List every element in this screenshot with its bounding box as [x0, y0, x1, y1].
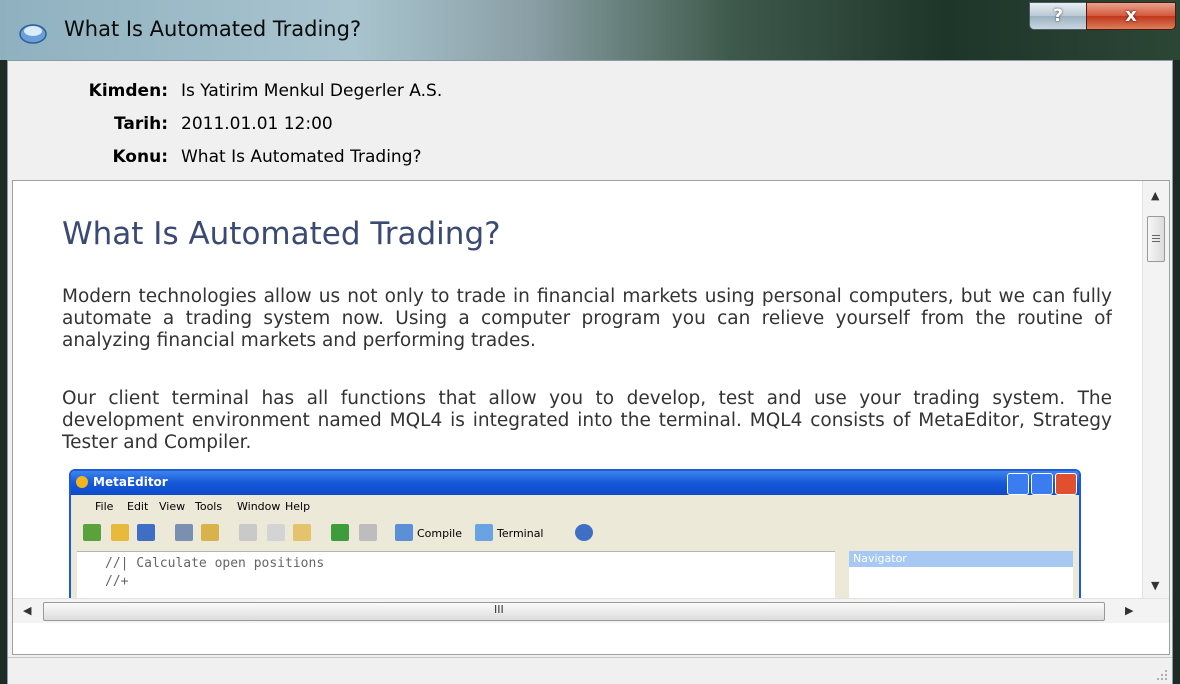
open-folder-icon — [111, 524, 129, 541]
menu-tools: Tools — [195, 500, 223, 513]
message-window: What Is Automated Trading? ? x Kimden: I… — [0, 0, 1180, 684]
terminal-icon — [475, 524, 493, 541]
navigator-title: Navigator — [853, 552, 907, 565]
article: What Is Automated Trading? Modern techno… — [42, 181, 1112, 598]
status-bar — [8, 657, 1172, 684]
paragraph-1: Modern technologies allow us not only to… — [62, 286, 1112, 351]
message-icon — [19, 24, 47, 44]
subject-label: Konu: — [112, 147, 168, 167]
forward-icon — [359, 524, 377, 541]
copy-icon — [267, 524, 285, 541]
message-header: Kimden: Is Yatirim Menkul Degerler A.S. … — [8, 61, 1172, 179]
metaeditor-toolbar: Compile Terminal — [71, 519, 1079, 547]
date-label: Tarih: — [114, 114, 168, 134]
window-title: What Is Automated Trading? — [64, 17, 362, 41]
scroll-up-icon[interactable]: ▲ — [1151, 189, 1159, 202]
horizontal-scroll-thumb[interactable]: III — [43, 602, 1105, 621]
metaeditor-code: //| Calculate open positions //+ — [77, 551, 835, 598]
metaeditor-navigator: Navigator — [849, 551, 1073, 598]
save-icon — [137, 524, 155, 541]
new-file-icon — [83, 524, 101, 541]
maximize-icon — [1031, 473, 1053, 495]
code-line: //| Calculate open positions — [105, 556, 325, 571]
subject-value: What Is Automated Trading? — [181, 147, 422, 167]
metaeditor-title: MetaEditor — [93, 475, 168, 489]
horizontal-scrollbar[interactable]: ◀ III ▶ — [13, 598, 1169, 623]
navigator-icon — [201, 524, 219, 541]
window-frame: Kimden: Is Yatirim Menkul Degerler A.S. … — [7, 60, 1173, 684]
metaeditor-screenshot: MetaEditor File Edit View Tools Window H… — [69, 469, 1081, 598]
vertical-scrollbar[interactable]: ▲ ▼ — [1142, 181, 1169, 598]
menu-window: Window — [237, 500, 281, 513]
vertical-scroll-thumb[interactable] — [1147, 216, 1165, 262]
scroll-grip: III — [494, 603, 504, 616]
menu-edit: Edit — [127, 500, 149, 513]
help-circle-icon — [575, 524, 593, 541]
title-bar[interactable]: What Is Automated Trading? ? x — [0, 0, 1180, 60]
back-icon — [331, 524, 349, 541]
minimize-icon — [1007, 473, 1029, 495]
code-line-2: //+ — [105, 574, 129, 589]
paste-icon — [293, 524, 311, 541]
metaeditor-menubar: File Edit View Tools Window Help — [71, 495, 1079, 519]
menu-file: File — [95, 500, 114, 513]
scroll-left-icon[interactable]: ◀ — [23, 604, 31, 617]
compile-icon — [395, 524, 413, 541]
compile-label: Compile — [417, 527, 462, 540]
message-body[interactable]: What Is Automated Trading? Modern techno… — [12, 180, 1170, 655]
metaeditor-icon — [76, 476, 88, 488]
from-label: Kimden: — [88, 81, 168, 101]
help-button[interactable]: ? — [1029, 2, 1087, 30]
menu-view: View — [159, 500, 186, 513]
close-button[interactable]: x — [1086, 2, 1176, 30]
close-icon — [1055, 473, 1077, 495]
scroll-down-icon[interactable]: ▼ — [1151, 579, 1159, 592]
from-value: Is Yatirim Menkul Degerler A.S. — [181, 81, 443, 101]
cut-icon — [239, 524, 257, 541]
paragraph-2: Our client terminal has all functions th… — [62, 388, 1112, 453]
resize-grip-icon[interactable] — [1154, 667, 1168, 681]
grip-line — [1152, 235, 1160, 236]
window-icon — [175, 524, 193, 541]
scroll-right-icon[interactable]: ▶ — [1125, 604, 1133, 617]
article-heading: What Is Automated Trading? — [62, 216, 501, 252]
date-value: 2011.01.01 12:00 — [181, 114, 333, 134]
grip-line — [1152, 238, 1160, 239]
terminal-label: Terminal — [497, 527, 544, 540]
metaeditor-titlebar: MetaEditor — [71, 471, 1079, 495]
grip-line — [1152, 241, 1160, 242]
menu-help: Help — [285, 500, 311, 513]
navigator-titlebar: Navigator — [849, 551, 1073, 567]
